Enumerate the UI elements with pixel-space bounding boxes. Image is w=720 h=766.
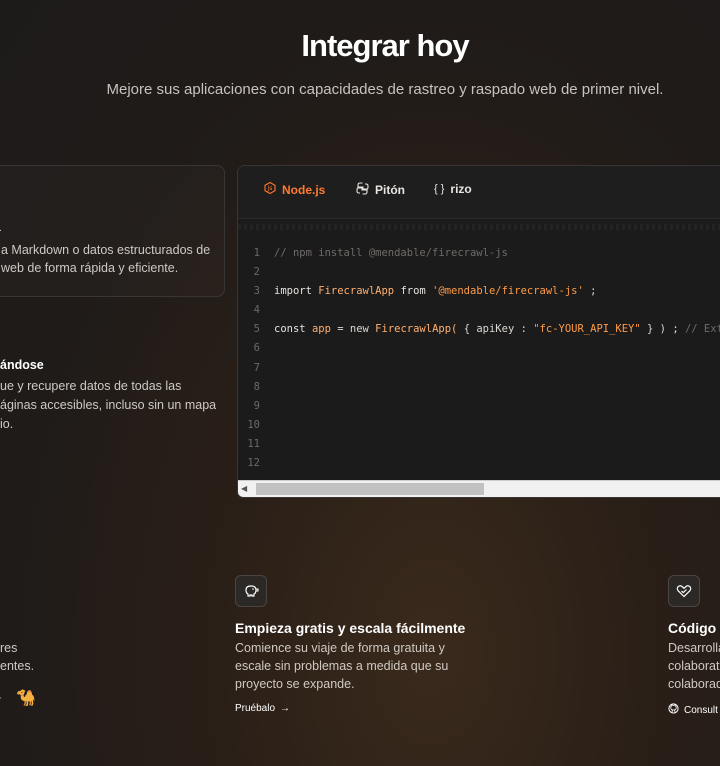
line-number: 12 — [247, 457, 260, 470]
line-number: 3 — [253, 285, 260, 298]
line-number: 4 — [253, 304, 260, 317]
arrow-right-icon: → — [280, 703, 291, 714]
code-block: 1 // npm install @mendable/firecrawl-js 2… — [238, 244, 720, 473]
divider — [238, 224, 720, 230]
line-number: 9 — [253, 399, 260, 412]
feature-crawl-title: ándose — [0, 358, 44, 372]
card-description: Comience su viaje de forma gratuita y es… — [235, 641, 449, 691]
try-it-link[interactable]: Pruébalo → — [235, 703, 290, 714]
card-title: Código a — [668, 620, 720, 636]
line-number: 11 — [247, 437, 260, 450]
code-line: 6 — [238, 339, 720, 358]
feature-card-markdown[interactable]: . a Markdown o datos estructurados de we… — [0, 165, 225, 297]
feature-title-fragment: . — [0, 223, 2, 234]
code-line: 4 — [238, 301, 720, 320]
code-line: 2 — [238, 263, 720, 282]
code-line: 10 — [238, 416, 720, 435]
code-line: 11 — [238, 435, 720, 454]
tab-nodejs[interactable]: js Node.js — [264, 181, 326, 197]
tab-label: Pitón — [375, 183, 405, 197]
tab-label: rizo — [450, 182, 472, 196]
code-text: import FirecrawlApp from '@mendable/fire… — [274, 285, 597, 298]
consult-link[interactable]: Consult — [668, 703, 718, 717]
code-line: 12 — [238, 454, 720, 473]
line-number: 1 — [253, 247, 260, 259]
link-label: Consult — [684, 704, 718, 716]
page-subtitle: Mejore sus aplicaciones con capacidades … — [106, 81, 664, 98]
heart-icon — [668, 575, 700, 607]
piggy-bank-icon — [235, 575, 267, 607]
horizontal-scrollbar[interactable]: ◀ — [238, 480, 720, 497]
code-text: const app = new FirecrawlApp( { apiKey :… — [274, 323, 720, 336]
card-title: Empieza gratis y escala fácilmente — [235, 620, 466, 636]
nodejs-icon: js — [264, 181, 276, 197]
line-number: 7 — [253, 361, 260, 374]
ellipsis-icon: · — [0, 690, 2, 704]
line-number: 6 — [253, 342, 260, 355]
code-line: 8 — [238, 378, 720, 397]
feature-crawl-description: ue y recupere datos de todas las áginas … — [0, 379, 217, 431]
python-icon — [356, 182, 369, 198]
camel-icon: 🐪 — [16, 690, 36, 707]
code-line: 1 // npm install @mendable/firecrawl-js — [238, 244, 720, 263]
github-icon — [668, 703, 679, 717]
code-editor: js Node.js Pitón { } rizo 1 // npm instal… — [237, 165, 720, 498]
curl-braces-icon: { } — [434, 183, 445, 195]
code-comment: // npm install @mendable/firecrawl-js — [274, 247, 508, 259]
tab-curl[interactable]: { } rizo — [434, 182, 472, 196]
svg-text:js: js — [267, 185, 273, 192]
line-number: 10 — [247, 418, 260, 431]
tab-label: Node.js — [282, 182, 326, 197]
scroll-left-icon[interactable]: ◀ — [241, 484, 247, 493]
line-number: 2 — [253, 266, 260, 279]
link-label: Pruébalo — [235, 703, 276, 714]
feature-description: a Markdown o datos estructurados de web … — [1, 243, 211, 275]
card-description: Desarrolla colaborati colaborad — [668, 641, 720, 691]
line-number: 5 — [253, 323, 260, 336]
language-tabbar: js Node.js Pitón { } rizo — [238, 166, 720, 219]
code-line: 9 — [238, 397, 720, 416]
code-line: 7 — [238, 359, 720, 378]
card-description-left: res entes. — [0, 641, 35, 673]
code-line: 5 const app = new FirecrawlApp( { apiKey … — [238, 320, 720, 339]
code-line: 3 import FirecrawlApp from '@mendable/fir… — [238, 282, 720, 301]
scrollbar-thumb[interactable] — [256, 483, 484, 495]
page-title: Integrar hoy — [301, 28, 469, 63]
line-number: 8 — [253, 380, 260, 393]
tab-python[interactable]: Pitón — [356, 182, 405, 198]
